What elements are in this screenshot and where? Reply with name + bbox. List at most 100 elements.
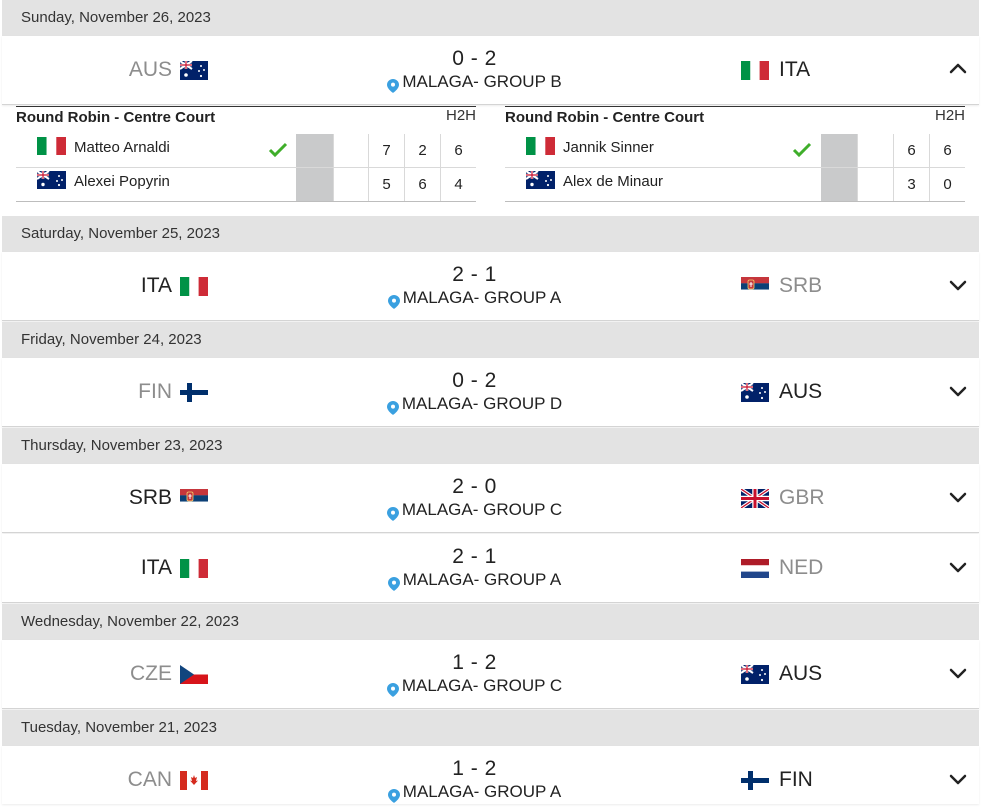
date-header: Wednesday, November 22, 2023 (2, 604, 979, 640)
tie-venue: MALAGA- GROUP C (362, 500, 587, 521)
home-team: CAN (128, 766, 208, 794)
italy-flag-icon (180, 276, 208, 296)
away-team-code: AUS (779, 380, 823, 403)
away-team: NED (741, 554, 823, 582)
tie-venue: MALAGA- GROUP B (362, 72, 587, 93)
australia-flag-icon (741, 382, 769, 402)
set-score (857, 168, 893, 201)
tie-row[interactable]: ITA 2 - 1 MALAGA- GROUP A NED (2, 534, 979, 603)
tie-row[interactable]: ITA 2 - 1 MALAGA- GROUP A SRB (2, 252, 979, 321)
finland-flag-icon (180, 382, 208, 402)
set-score: 4 (440, 168, 476, 201)
away-team-code: ITA (779, 58, 811, 81)
away-team: FIN (741, 766, 813, 794)
away-team: AUS (741, 378, 822, 406)
player-name[interactable]: Alexei Popyrin (74, 173, 170, 190)
location-pin-icon (386, 400, 399, 415)
set-score: 0 (929, 168, 965, 201)
serbia-flag-icon (180, 488, 208, 508)
serve-indicator (296, 134, 333, 167)
finland-flag-icon (741, 770, 769, 790)
away-team: AUS (741, 660, 822, 688)
h2h-link[interactable]: H2H (935, 107, 965, 124)
rubber-detail: Round Robin - Centre Court H2H Jannik Si… (505, 106, 965, 202)
tie-score: 2 - 0 (452, 475, 497, 498)
set-score: 2 (404, 134, 440, 167)
location-pin-icon (387, 576, 400, 591)
player-name[interactable]: Alex de Minaur (563, 173, 663, 190)
tie-result: 1 - 2 MALAGA- GROUP C (362, 650, 587, 697)
venue-label: MALAGA- GROUP C (401, 500, 563, 519)
tie-score: 1 - 2 (452, 651, 497, 674)
rubber-detail: Round Robin - Centre Court H2H Matteo Ar… (16, 106, 476, 202)
venue-label: MALAGA- GROUP A (402, 570, 562, 589)
tie-row[interactable]: AUS 0 - 2 MALAGA- GROUP B ITA (2, 36, 979, 105)
away-team-code: FIN (779, 768, 813, 791)
set-score (333, 134, 369, 167)
tie-score: 1 - 2 (452, 757, 497, 780)
rubber-title: Round Robin - Centre Court (16, 109, 216, 126)
venue-label: MALAGA- GROUP A (402, 288, 562, 307)
home-team-code: CAN (127, 768, 172, 791)
home-team: AUS (129, 56, 208, 84)
home-team-code: AUS (128, 58, 172, 81)
h2h-link[interactable]: H2H (446, 107, 476, 124)
player-name[interactable]: Jannik Sinner (563, 139, 654, 156)
player-row: Jannik Sinner 6 6 (505, 134, 965, 168)
home-team: ITA (141, 272, 208, 300)
tie-score: 2 - 1 (452, 263, 497, 286)
chevron-down-icon[interactable] (947, 556, 969, 578)
australia-flag-icon (37, 171, 66, 189)
czechia-flag-icon (180, 664, 208, 684)
tie-row[interactable]: FIN 0 - 2 MALAGA- GROUP D AUS (2, 358, 979, 427)
set-score: 5 (368, 168, 404, 201)
date-header: Thursday, November 23, 2023 (2, 428, 979, 464)
date-header: Tuesday, November 21, 2023 (2, 710, 979, 746)
serve-indicator (296, 168, 333, 201)
tie-result: 0 - 2 MALAGA- GROUP D (362, 368, 587, 415)
away-team-code: GBR (779, 486, 825, 509)
rubber-title: Round Robin - Centre Court (505, 109, 705, 126)
venue-label: MALAGA- GROUP C (401, 676, 563, 695)
australia-flag-icon (180, 60, 208, 80)
home-team-code: ITA (140, 274, 172, 297)
tie-result: 0 - 2 MALAGA- GROUP B (362, 46, 587, 93)
date-header: Friday, November 24, 2023 (2, 322, 979, 358)
home-team: FIN (138, 378, 208, 406)
set-score: 6 (404, 168, 440, 201)
away-team: SRB (741, 272, 822, 300)
chevron-down-icon[interactable] (947, 662, 969, 684)
australia-flag-icon (526, 171, 555, 189)
player-name[interactable]: Matteo Arnaldi (74, 139, 170, 156)
tie-venue: MALAGA- GROUP A (362, 782, 587, 803)
home-team-code: CZE (130, 662, 172, 685)
date-header: Saturday, November 25, 2023 (2, 216, 979, 252)
tie-venue: MALAGA- GROUP A (362, 570, 587, 591)
home-team: ITA (141, 554, 208, 582)
home-team-code: ITA (140, 556, 172, 579)
tie-row[interactable]: CAN 1 - 2 MALAGA- GROUP A FIN (2, 746, 979, 804)
player-row: Matteo Arnaldi 7 2 6 (16, 134, 476, 168)
chevron-down-icon[interactable] (947, 768, 969, 790)
date-header: Sunday, November 26, 2023 (2, 0, 979, 36)
chevron-down-icon[interactable] (947, 380, 969, 402)
tie-row[interactable]: SRB 2 - 0 MALAGA- GROUP C GBR (2, 464, 979, 533)
away-team-code: SRB (779, 274, 823, 297)
chevron-down-icon[interactable] (947, 486, 969, 508)
location-pin-icon (386, 682, 399, 697)
set-score (333, 168, 369, 201)
set-score: 6 (440, 134, 476, 167)
chevron-down-icon[interactable] (947, 274, 969, 296)
tie-score: 2 - 1 (452, 545, 497, 568)
away-team: ITA (741, 56, 810, 84)
serve-indicator (821, 168, 858, 201)
tie-result: 2 - 1 MALAGA- GROUP A (362, 544, 587, 591)
tie-result: 1 - 2 MALAGA- GROUP A (362, 756, 587, 803)
player-row: Alexei Popyrin 5 6 4 (16, 168, 476, 202)
away-team: GBR (741, 484, 825, 512)
tie-row[interactable]: CZE 1 - 2 MALAGA- GROUP C AUS (2, 640, 979, 709)
home-team-code: FIN (138, 380, 172, 403)
great-britain-flag-icon (741, 488, 769, 508)
chevron-up-icon[interactable] (947, 58, 969, 80)
set-score: 7 (368, 134, 404, 167)
